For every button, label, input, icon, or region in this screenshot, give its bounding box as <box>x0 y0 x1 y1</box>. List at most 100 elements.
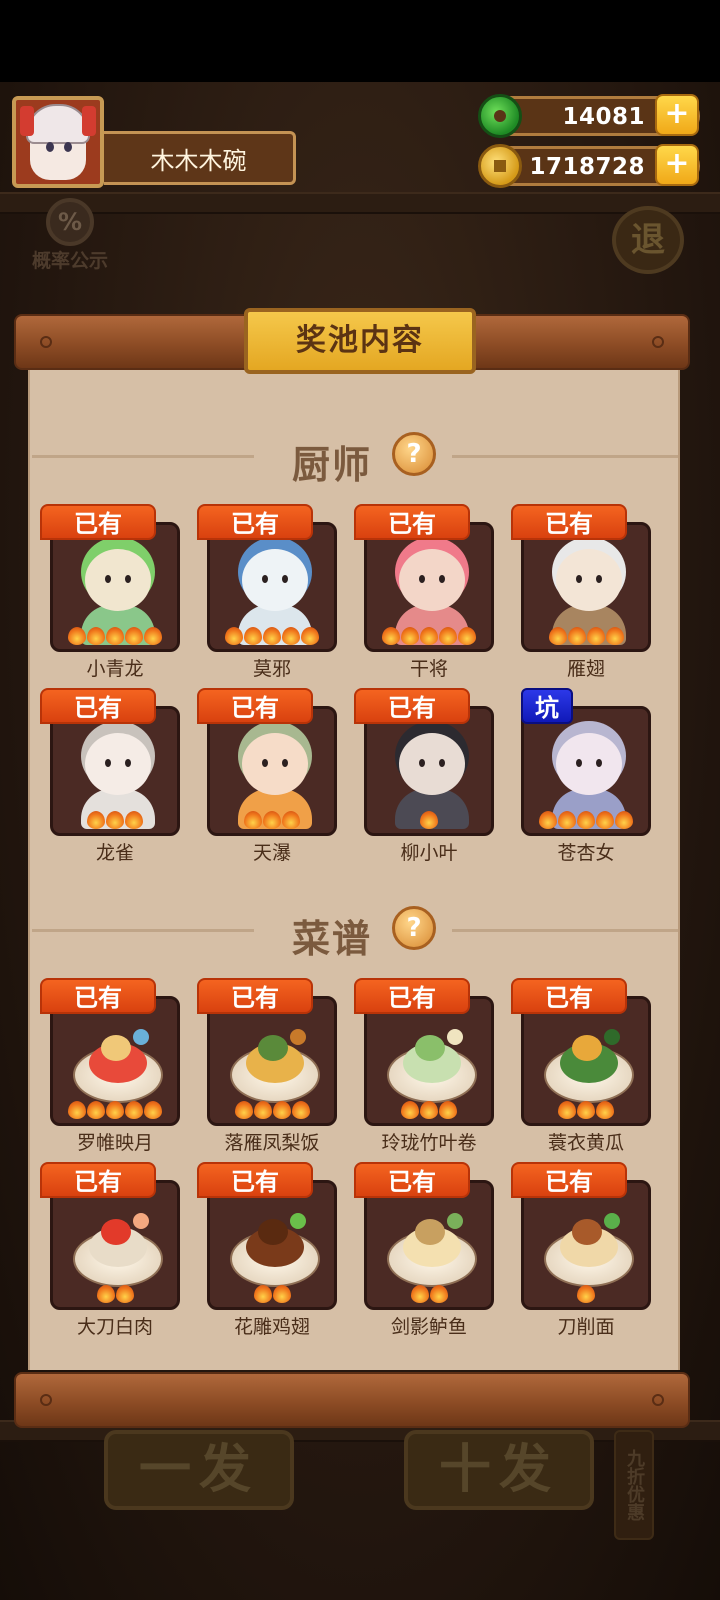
rod-end-icon <box>652 1394 664 1406</box>
chef-name: 柳小叶 <box>400 842 458 864</box>
dish-garnish <box>133 1213 149 1229</box>
flame-icon <box>87 811 105 829</box>
help-icon[interactable]: ? <box>392 906 436 950</box>
chef-eye <box>419 759 425 767</box>
chef-eye <box>262 759 268 767</box>
recipe-name: 刀削面 <box>557 1316 615 1338</box>
flame-icon <box>106 1101 124 1119</box>
flame-icon <box>125 1101 143 1119</box>
help-icon[interactable]: ? <box>392 432 436 476</box>
add-coin-button[interactable]: + <box>655 144 699 186</box>
chef-head <box>399 733 465 795</box>
chef-eye <box>439 575 445 583</box>
rarity-flames <box>524 627 648 645</box>
chef-card[interactable]: 已有 天瀑 <box>197 688 357 868</box>
rarity-flames <box>210 627 334 645</box>
flame-icon <box>558 1101 576 1119</box>
dish-garnish <box>604 1029 620 1045</box>
chef-card[interactable]: 已有 莫邪 <box>197 504 357 684</box>
rarity-flames <box>367 811 491 829</box>
chef-eye <box>576 759 582 767</box>
rod-end-icon <box>40 1394 52 1406</box>
player-avatar[interactable] <box>12 96 104 188</box>
add-jade-button[interactable]: + <box>655 94 699 136</box>
dish-food <box>415 1219 445 1245</box>
single-draw-button[interactable]: 一发 <box>104 1430 294 1510</box>
dish-garnish <box>290 1029 306 1045</box>
coin-amount: 1718728 <box>529 154 645 180</box>
probability-label: 概率公示 <box>31 250 108 272</box>
dish-food <box>572 1219 602 1245</box>
avatar-eye <box>46 142 54 152</box>
flame-icon <box>420 811 438 829</box>
section-header-recipes: 菜谱 ? <box>28 902 680 961</box>
owned-badge: 已有 <box>197 1162 313 1198</box>
avatar-ribbon-left <box>20 106 34 136</box>
owned-badge: 已有 <box>511 978 627 1014</box>
flame-icon <box>87 627 105 645</box>
exit-button[interactable]: 退 <box>612 206 684 274</box>
recipe-name: 剑影鲈鱼 <box>390 1316 467 1338</box>
flame-icon <box>253 1101 272 1119</box>
avatar-hair <box>26 104 90 144</box>
flame-icon <box>115 1285 134 1303</box>
flame-icon <box>401 1101 419 1119</box>
chef-card[interactable]: 已有 小青龙 <box>40 504 200 684</box>
flame-icon <box>382 627 400 645</box>
chef-card[interactable]: 已有 雁翅 <box>511 504 671 684</box>
flame-icon <box>96 1285 115 1303</box>
divider <box>32 455 254 458</box>
owned-badge: 已有 <box>197 978 313 1014</box>
flame-icon <box>548 627 567 645</box>
chef-name: 干将 <box>409 658 448 680</box>
discount-tag: 九折优惠 <box>614 1430 654 1540</box>
divider <box>452 455 678 458</box>
flame-icon <box>272 1101 291 1119</box>
flame-icon <box>577 1101 595 1119</box>
rarity-flames <box>524 1285 648 1303</box>
dish-food <box>572 1035 602 1061</box>
owned-badge: 已有 <box>40 1162 156 1198</box>
recipe-card[interactable]: 已有 剑影鲈鱼 <box>354 1162 514 1342</box>
ten-draw-button[interactable]: 十发 <box>404 1430 594 1510</box>
flame-icon <box>244 627 262 645</box>
scroll-rod-bottom[interactable] <box>14 1372 690 1428</box>
chef-card[interactable]: 已有柳小叶 <box>354 688 514 868</box>
flame-icon <box>144 1101 162 1119</box>
chef-eye <box>262 575 268 583</box>
chef-card[interactable]: 坑苍杏女 <box>511 688 671 868</box>
flame-icon <box>596 1101 614 1119</box>
recipe-card[interactable]: 已有花雕鸡翅 <box>197 1162 357 1342</box>
dish-garnish <box>604 1213 620 1229</box>
flame-icon <box>458 627 476 645</box>
recipe-card[interactable]: 已有 刀削面 <box>511 1162 671 1342</box>
jade-icon <box>478 94 522 138</box>
avatar-ribbon-right <box>82 106 96 136</box>
flame-icon <box>282 811 300 829</box>
recipe-name: 花雕鸡翅 <box>233 1316 310 1338</box>
owned-badge: 已有 <box>354 688 470 724</box>
flame-icon <box>282 627 300 645</box>
recipe-card[interactable]: 已有 大刀白肉 <box>40 1162 200 1342</box>
recipe-card[interactable]: 已有 玲珑竹叶卷 <box>354 978 514 1158</box>
flame-icon <box>401 627 419 645</box>
avatar-eye <box>64 142 72 152</box>
chef-head <box>242 733 308 795</box>
chef-card[interactable]: 已有 干将 <box>354 504 514 684</box>
recipe-card[interactable]: 已有 落雁凤梨饭 <box>197 978 357 1158</box>
recipe-card[interactable]: 已有 罗帷映月 <box>40 978 200 1158</box>
section-title: 菜谱 <box>292 917 373 961</box>
chef-name: 雁翅 <box>566 658 605 680</box>
flame-icon <box>577 811 595 829</box>
probability-button[interactable]: % 概率公示 <box>24 198 116 282</box>
chef-card[interactable]: 已有 龙雀 <box>40 688 200 868</box>
chef-eye <box>125 575 131 583</box>
chef-name: 龙雀 <box>95 842 134 864</box>
flame-icon <box>420 1101 438 1119</box>
rarity-flames <box>53 811 177 829</box>
flame-icon <box>558 811 576 829</box>
recipe-name: 蓑衣黄瓜 <box>547 1132 624 1154</box>
dish-food <box>258 1035 288 1061</box>
recipe-card[interactable]: 已有蓑衣黄瓜 <box>511 978 671 1158</box>
flame-icon <box>68 1101 86 1119</box>
